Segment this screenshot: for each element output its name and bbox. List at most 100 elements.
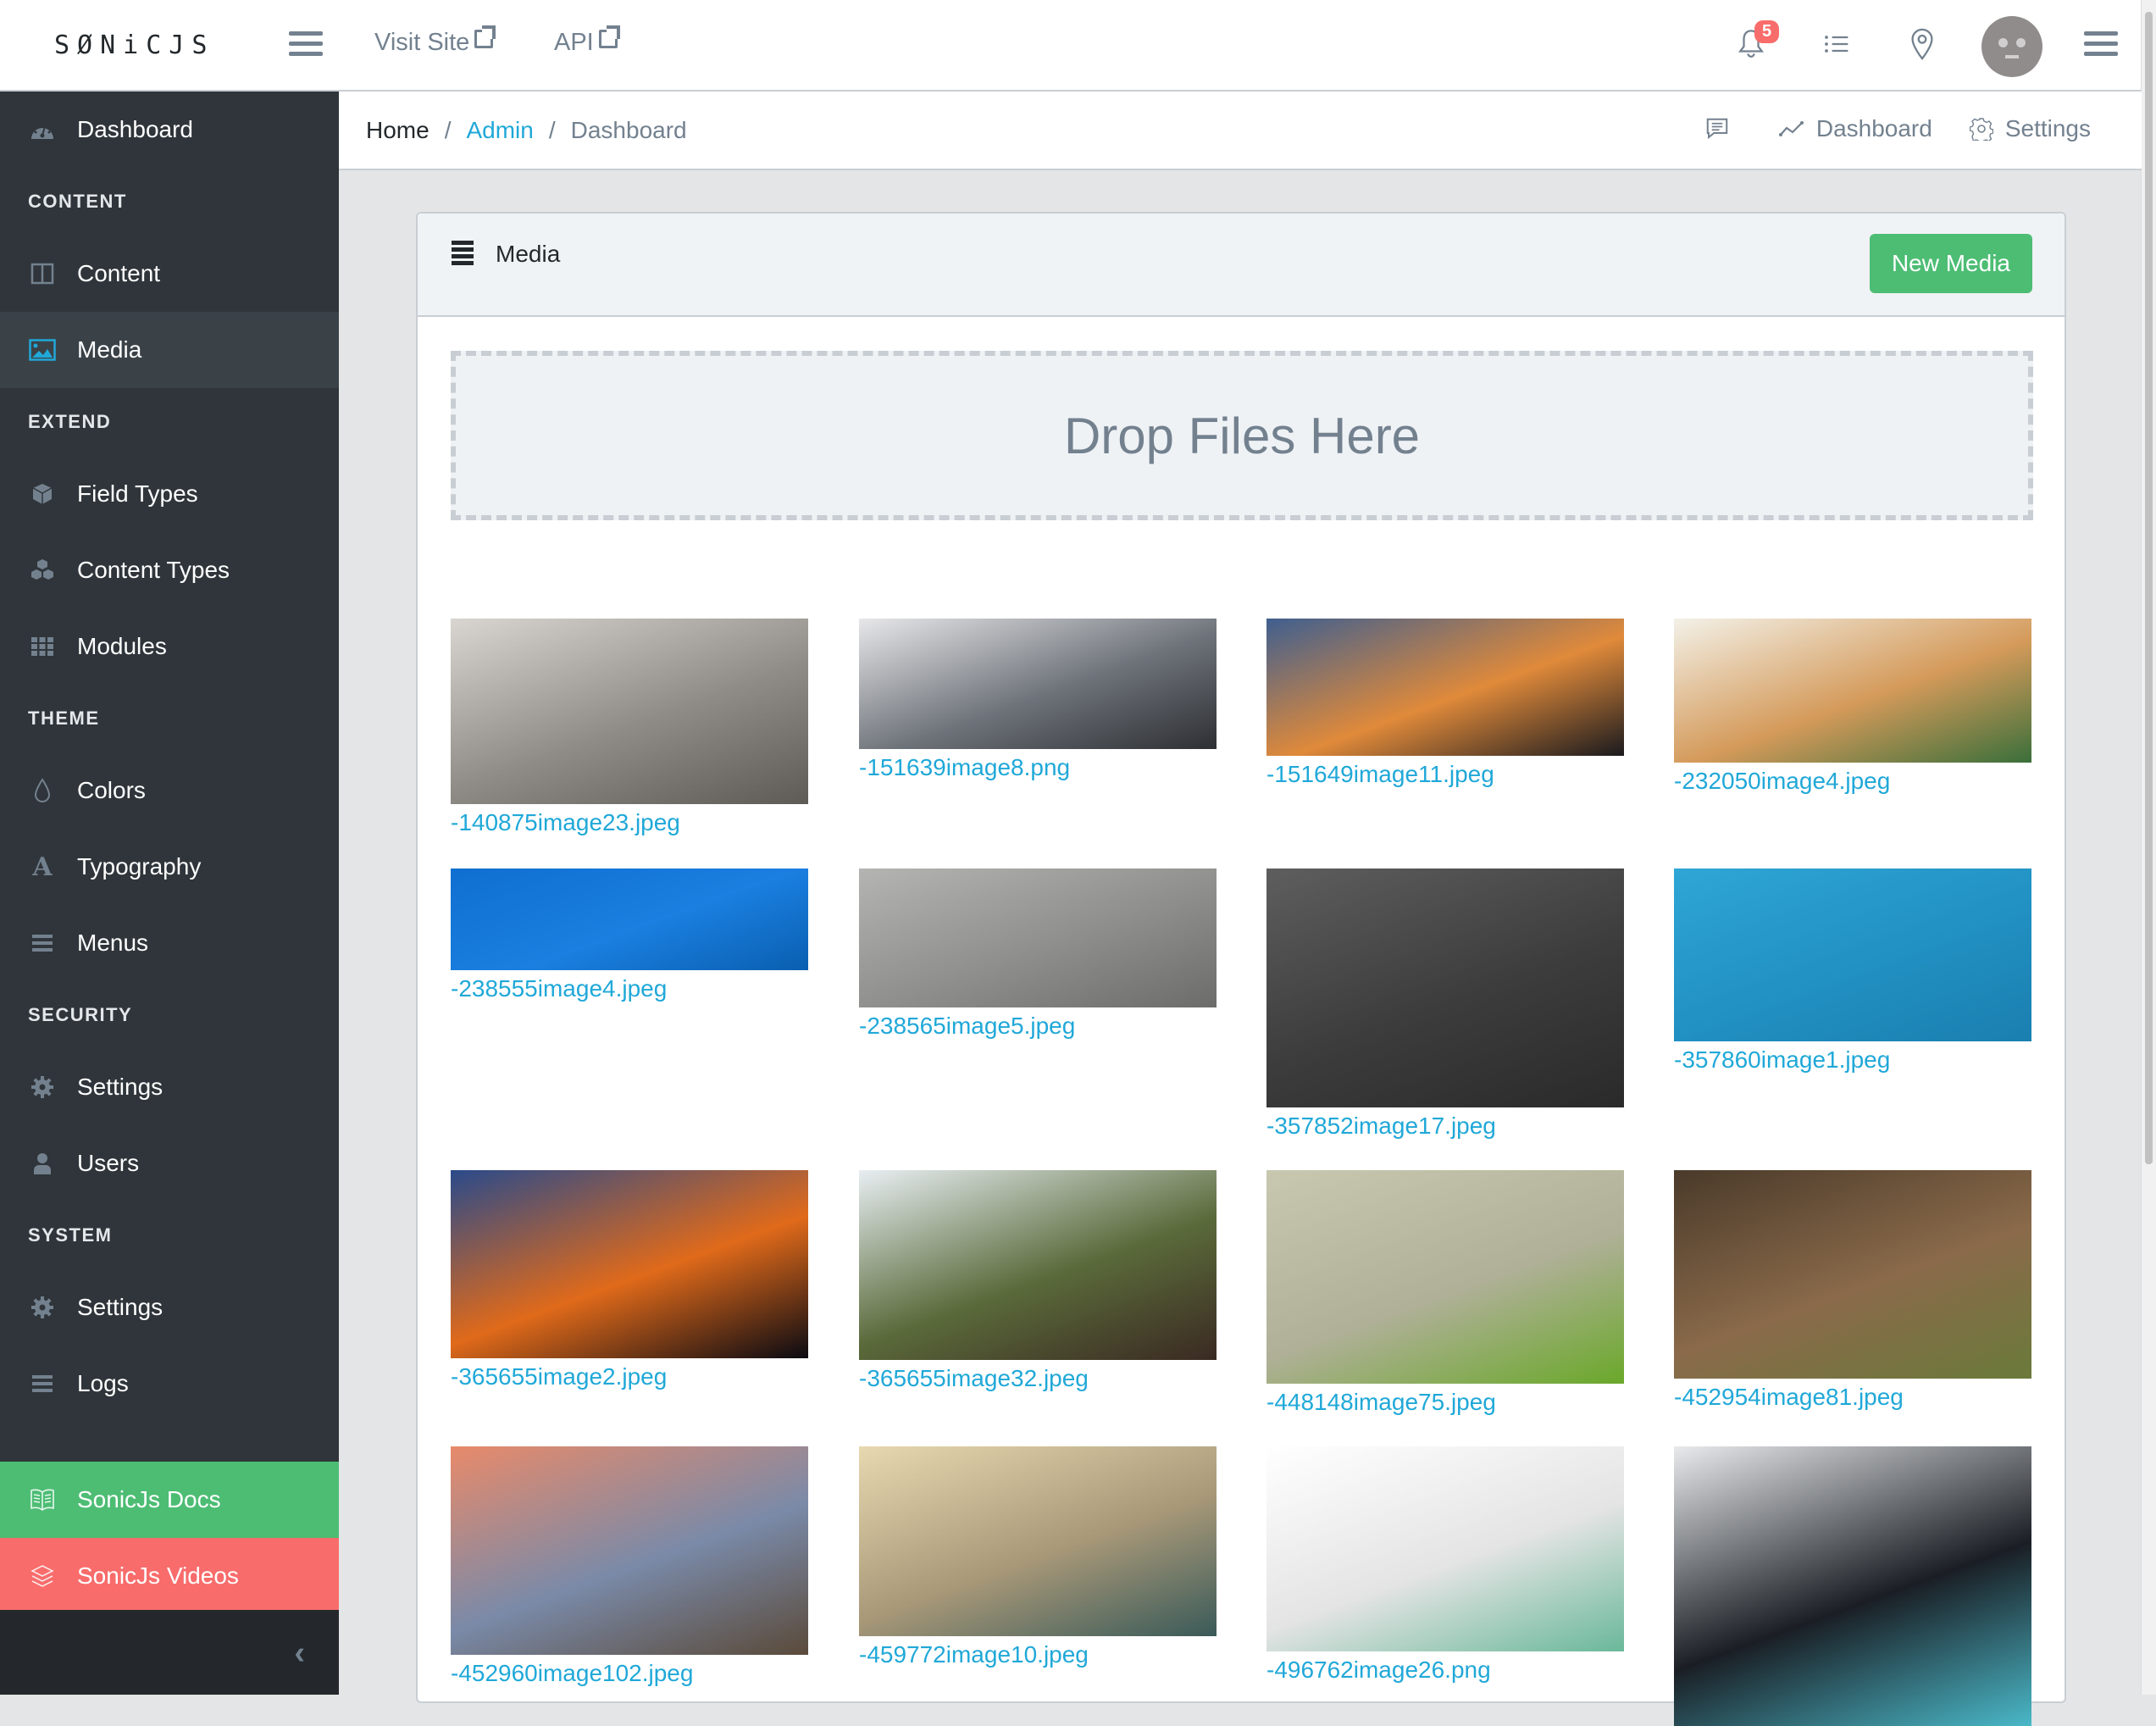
media-filename-link[interactable]: -238555image4.jpeg <box>451 975 808 1002</box>
media-filename-link[interactable]: -365655image2.jpeg <box>451 1363 808 1390</box>
sidebar-item-logs[interactable]: Logs <box>0 1346 339 1422</box>
sidebar-item-label: Content <box>77 260 161 286</box>
media-filename-link[interactable]: -496762image26.png <box>1266 1657 1624 1684</box>
sidebar-toggle-button[interactable] <box>289 31 323 57</box>
brand-logo[interactable]: SØNiCJS <box>54 31 214 60</box>
dashboard-action-label: Dashboard <box>1815 115 1932 142</box>
media-item[interactable]: -357852image17.jpeg <box>1266 869 1624 1140</box>
media-item[interactable]: -365655image32.jpeg <box>859 1170 1217 1392</box>
media-filename-link[interactable]: -357860image1.jpeg <box>1674 1046 2031 1074</box>
sidebar-item-menus[interactable]: Menus <box>0 905 339 981</box>
api-link[interactable]: API <box>554 25 620 57</box>
media-filename-link[interactable]: -151639image8.png <box>859 754 1217 781</box>
sidebar-item-label: Modules <box>77 633 167 659</box>
media-thumbnail[interactable] <box>859 619 1217 749</box>
file-dropzone[interactable]: Drop Files Here <box>451 351 2033 520</box>
media-item[interactable]: -365655image2.jpeg <box>451 1170 808 1390</box>
avatar-eye <box>1998 38 2008 47</box>
media-thumbnail[interactable] <box>451 869 808 970</box>
aside-menu-toggle-button[interactable] <box>2084 31 2118 57</box>
media-filename-link[interactable]: -140875image23.jpeg <box>451 809 808 836</box>
media-filename-link[interactable]: -448148image75.jpeg <box>1266 1389 1624 1416</box>
media-filename-link[interactable]: -452954image81.jpeg <box>1674 1384 2031 1411</box>
media-item[interactable]: -238555image4.jpeg <box>451 869 808 1002</box>
dashboard-action-button[interactable]: Dashboard <box>1778 115 1932 142</box>
visit-site-link[interactable]: Visit Site <box>374 25 496 57</box>
media-thumbnail[interactable] <box>1674 1170 2031 1379</box>
media-thumbnail[interactable] <box>451 619 808 804</box>
media-item[interactable]: -357860image1.jpeg <box>1674 869 2031 1074</box>
media-thumbnail[interactable] <box>1266 1170 1624 1384</box>
media-filename-link[interactable]: -232050image4.jpeg <box>1674 768 2031 795</box>
breadcrumb-home[interactable]: Home <box>366 117 430 143</box>
sidebar-minimizer-chevron-left-icon[interactable]: ‹ <box>294 1635 305 1672</box>
page-scrollbar[interactable] <box>2141 0 2156 1695</box>
location-button[interactable] <box>1909 27 1943 61</box>
sidebar-item-content[interactable]: Content <box>0 236 339 312</box>
new-media-button[interactable]: New Media <box>1869 234 2032 293</box>
sidebar-item-typography[interactable]: A Typography <box>0 829 339 905</box>
media-item[interactable]: -448148image75.jpeg <box>1266 1170 1624 1416</box>
sidebar-item-media[interactable]: Media <box>0 312 339 388</box>
avatar[interactable] <box>1981 16 2042 77</box>
scrollbar-thumb[interactable] <box>2145 12 2153 1164</box>
media-item[interactable]: -140875image23.jpeg <box>451 619 808 836</box>
media-item[interactable] <box>1674 1446 2031 1726</box>
media-filename-link[interactable]: -365655image32.jpeg <box>859 1365 1217 1392</box>
media-thumbnail[interactable] <box>1266 619 1624 756</box>
media-thumbnail[interactable] <box>859 1446 1217 1636</box>
media-thumbnail[interactable] <box>1266 1446 1624 1651</box>
list-icon <box>1825 36 1848 53</box>
sidebar-item-label: SonicJs Videos <box>77 1562 239 1589</box>
media-filename-link[interactable]: -452960image102.jpeg <box>451 1660 808 1687</box>
list-button[interactable] <box>1823 27 1857 61</box>
user-icon <box>28 1149 57 1178</box>
breadcrumb-separator: / <box>548 117 556 143</box>
sidebar-item-system-settings[interactable]: Settings <box>0 1269 339 1346</box>
sidebar-item-videos[interactable]: SonicJs Videos <box>0 1538 339 1614</box>
media-item[interactable]: -452954image81.jpeg <box>1674 1170 2031 1411</box>
media-item[interactable]: -232050image4.jpeg <box>1674 619 2031 795</box>
media-thumbnail[interactable] <box>1674 1446 2031 1726</box>
settings-action-label: Settings <box>2004 115 2091 142</box>
sidebar-item-content-types[interactable]: Content Types <box>0 532 339 608</box>
sidebar: Dashboard CONTENT Content Media EXTEND F… <box>0 92 339 1695</box>
breadcrumb-admin[interactable]: Admin <box>466 117 533 143</box>
breadcrumb: Home / Admin / Dashboard <box>366 117 687 144</box>
media-thumbnail[interactable] <box>859 869 1217 1007</box>
media-item[interactable]: -238565image5.jpeg <box>859 869 1217 1040</box>
api-label: API <box>554 29 594 56</box>
media-item[interactable]: -151649image11.jpeg <box>1266 619 1624 788</box>
sidebar-item-label: Settings <box>77 1074 164 1100</box>
settings-action-button[interactable]: Settings <box>1969 115 2091 142</box>
breadcrumb-separator: / <box>444 117 452 143</box>
comments-button[interactable] <box>1704 116 1742 142</box>
sidebar-item-colors[interactable]: Colors <box>0 752 339 829</box>
media-filename-link[interactable]: -238565image5.jpeg <box>859 1013 1217 1040</box>
sidebar-item-label: SonicJs Docs <box>77 1486 221 1512</box>
sidebar-item-modules[interactable]: Modules <box>0 608 339 685</box>
gear-icon <box>28 1073 57 1102</box>
media-thumbnail[interactable] <box>1266 869 1624 1107</box>
media-thumbnail[interactable] <box>451 1446 808 1655</box>
sidebar-item-label: Logs <box>77 1370 129 1396</box>
media-filename-link[interactable]: -357852image17.jpeg <box>1266 1113 1624 1140</box>
avatar-eye <box>2016 38 2026 47</box>
sidebar-item-security-settings[interactable]: Settings <box>0 1049 339 1125</box>
sidebar-item-label: Field Types <box>77 480 198 507</box>
media-filename-link[interactable]: -459772image10.jpeg <box>859 1641 1217 1668</box>
media-thumbnail[interactable] <box>1674 619 2031 763</box>
media-thumbnail[interactable] <box>451 1170 808 1358</box>
media-thumbnail[interactable] <box>1674 869 2031 1041</box>
media-item[interactable]: -452960image102.jpeg <box>451 1446 808 1687</box>
sidebar-item-field-types[interactable]: Field Types <box>0 456 339 532</box>
media-item[interactable]: -496762image26.png <box>1266 1446 1624 1684</box>
media-thumbnail[interactable] <box>859 1170 1217 1360</box>
sidebar-item-users[interactable]: Users <box>0 1125 339 1202</box>
media-item[interactable]: -151639image8.png <box>859 619 1217 781</box>
sidebar-item-docs[interactable]: SonicJs Docs <box>0 1462 339 1538</box>
media-item[interactable]: -459772image10.jpeg <box>859 1446 1217 1668</box>
media-filename-link[interactable]: -151649image11.jpeg <box>1266 761 1624 788</box>
sidebar-item-label: Dashboard <box>77 116 193 142</box>
sidebar-item-dashboard[interactable]: Dashboard <box>0 92 339 168</box>
